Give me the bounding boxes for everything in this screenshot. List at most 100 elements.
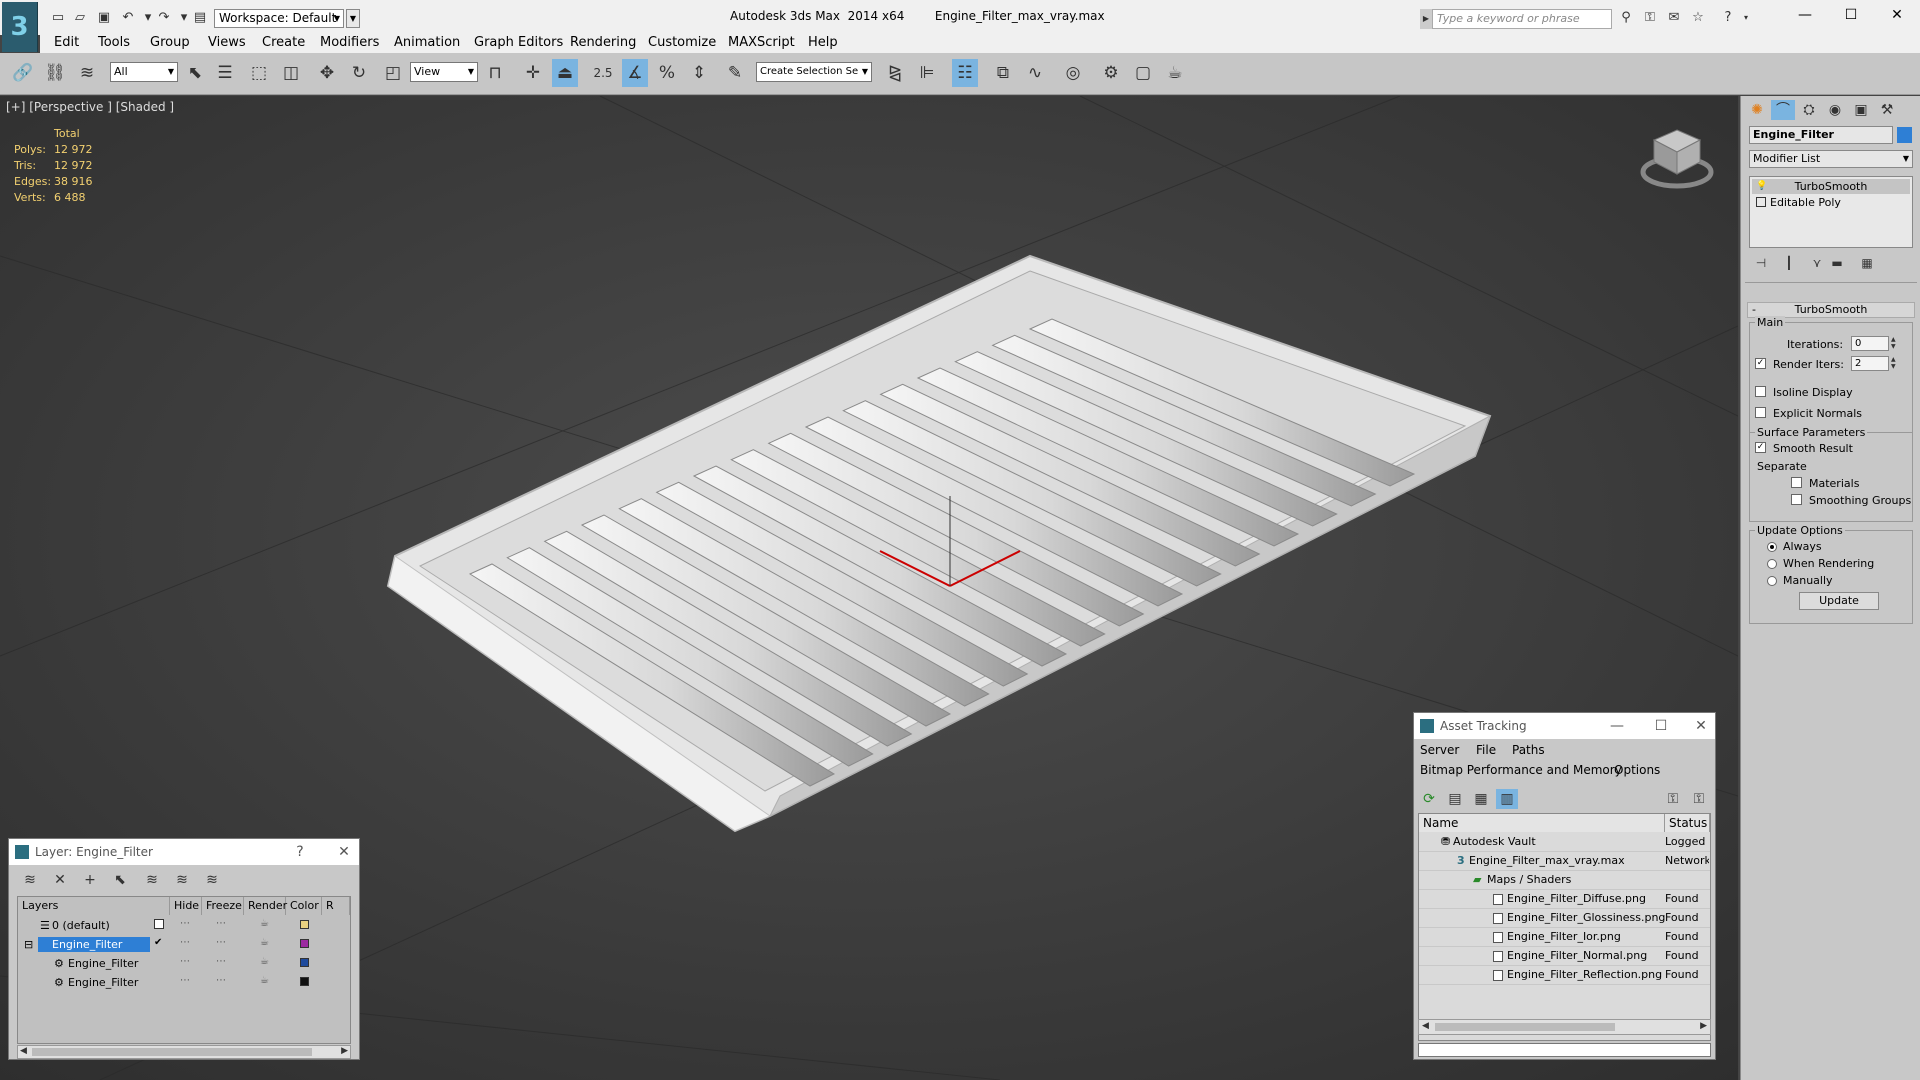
render-teapot-icon[interactable]: ☕: [260, 918, 269, 929]
table-row[interactable]: Engine_Filter_Ior.png Found: [1419, 928, 1710, 947]
help-dropdown-icon[interactable]: ▾: [1738, 10, 1754, 26]
refresh-icon[interactable]: ⟳: [1418, 789, 1440, 809]
configure-modifier-sets-icon[interactable]: ▦: [1857, 256, 1877, 274]
table-row[interactable]: Engine_Filter_Reflection.png Found: [1419, 966, 1710, 985]
col-layers[interactable]: Layers: [18, 897, 170, 915]
redo-icon[interactable]: ↷: [156, 10, 172, 26]
freeze-all-layers-icon[interactable]: ≋: [201, 870, 223, 890]
modify-tab-icon[interactable]: ⌒: [1771, 100, 1795, 120]
favorites-star-icon[interactable]: ☆: [1690, 10, 1706, 26]
menu-group[interactable]: Group: [150, 35, 190, 50]
viewcube-icon[interactable]: [1640, 124, 1714, 190]
iterations-spinner[interactable]: ▲ ▼: [1891, 336, 1899, 351]
render-iters-input[interactable]: 2: [1851, 356, 1889, 371]
percent-snap-icon[interactable]: %: [654, 59, 680, 87]
modifier-list-select[interactable]: Modifier List ▼: [1749, 150, 1913, 168]
materials-checkbox[interactable]: [1791, 477, 1802, 488]
smooth-result-checkbox[interactable]: ✓: [1755, 442, 1766, 453]
asset-path-input[interactable]: [1418, 1043, 1711, 1057]
select-scale-icon[interactable]: ◰: [380, 59, 406, 87]
menu-views[interactable]: Views: [208, 35, 246, 50]
viewport-label[interactable]: [+] [Perspective ] [Shaded ]: [6, 100, 174, 114]
render-iters-checkbox[interactable]: ✓: [1755, 358, 1766, 369]
layer-color-swatch[interactable]: [300, 977, 309, 986]
maximize-icon[interactable]: ☐: [1646, 713, 1676, 739]
workspace-select[interactable]: Workspace: Default ▼: [214, 9, 344, 28]
link-icon[interactable]: 🔗: [10, 59, 36, 87]
snaps-toggle-icon[interactable]: 2.5: [590, 59, 616, 87]
when-rendering-radio[interactable]: [1767, 559, 1777, 569]
minimize-icon[interactable]: —: [1782, 0, 1828, 30]
current-layer-check-icon[interactable]: ✔: [154, 937, 162, 948]
selection-filter-select[interactable]: All ▼: [110, 62, 178, 82]
object-name-field[interactable]: Engine_Filter: [1749, 126, 1893, 144]
menu-customize[interactable]: Customize: [648, 35, 716, 50]
col-hide[interactable]: Hide: [170, 897, 202, 915]
create-tab-sun-icon[interactable]: ✺: [1745, 100, 1769, 120]
select-rotate-icon[interactable]: ↻: [346, 59, 372, 87]
layer-color-swatch[interactable]: [300, 939, 309, 948]
scroll-right-icon[interactable]: ▶: [1700, 1021, 1707, 1031]
hide-toggle[interactable]: ⋯: [180, 937, 190, 948]
render-teapot-icon[interactable]: ☕: [260, 956, 269, 967]
menu-animation[interactable]: Animation: [394, 35, 460, 50]
scroll-right-icon[interactable]: ▶: [341, 1046, 348, 1056]
close-icon[interactable]: ✕: [1686, 713, 1716, 739]
table-row[interactable]: 3 Engine_Filter_max_vray.max Network: [1419, 852, 1710, 871]
render-teapot-icon[interactable]: ☕: [260, 975, 269, 986]
manually-radio[interactable]: [1767, 576, 1777, 586]
help-icon[interactable]: ?: [1720, 10, 1736, 26]
lightbulb-icon[interactable]: 💡: [1756, 181, 1767, 191]
minimize-icon[interactable]: —: [1602, 713, 1632, 739]
communication-icon[interactable]: ✉: [1666, 10, 1682, 26]
list-view-icon[interactable]: ▤: [1444, 789, 1466, 809]
highlight-layer-icon[interactable]: ≋: [141, 870, 163, 890]
hide-toggle[interactable]: ⋯: [180, 975, 190, 986]
utilities-tab-hammer-icon[interactable]: ⚒: [1875, 100, 1899, 120]
select-manipulate-icon[interactable]: ✛: [520, 59, 546, 87]
scroll-left-icon[interactable]: ◀: [20, 1046, 27, 1056]
iterations-input[interactable]: 0: [1851, 336, 1889, 351]
render-production-icon[interactable]: ☕: [1162, 59, 1188, 87]
stack-item-editable-poly[interactable]: Editable Poly: [1752, 195, 1910, 210]
binoculars-icon[interactable]: ⚲: [1618, 10, 1634, 26]
app-logo-icon[interactable]: 3: [2, 2, 38, 52]
search-input[interactable]: Type a keyword or phrase: [1432, 9, 1612, 29]
freeze-toggle[interactable]: ⋯: [216, 937, 226, 948]
add-layer-icon[interactable]: +: [79, 870, 101, 890]
table-row[interactable]: ▰ Maps / Shaders: [1419, 871, 1710, 890]
menu-create[interactable]: Create: [262, 35, 305, 50]
freeze-toggle[interactable]: ⋯: [216, 956, 226, 967]
table-row[interactable]: Engine_Filter_Diffuse.png Found: [1419, 890, 1710, 909]
pivot-center-icon[interactable]: ⊓: [482, 59, 508, 87]
close-icon[interactable]: ✕: [329, 839, 359, 865]
layer-color-swatch[interactable]: [300, 958, 309, 967]
bind-space-warp-icon[interactable]: ≋: [74, 59, 100, 87]
menu-bitmap-performance[interactable]: Bitmap Performance and Memory: [1420, 763, 1622, 777]
quick-access-dropdown[interactable]: ▼: [346, 9, 360, 28]
table-row[interactable]: Engine_Filter_Normal.png Found: [1419, 947, 1710, 966]
select-in-layer-icon[interactable]: ⬉: [109, 870, 131, 890]
menu-modifiers[interactable]: Modifiers: [320, 35, 379, 50]
undo-icon[interactable]: ↶: [120, 10, 136, 26]
tree-view-icon[interactable]: ▦: [1470, 789, 1492, 809]
undo-dropdown-icon[interactable]: ▾: [140, 10, 156, 26]
display-tab-icon[interactable]: ▣: [1849, 100, 1873, 120]
curve-editor-icon[interactable]: ∿: [1022, 59, 1048, 87]
subscription-icon[interactable]: ⚿: [1642, 10, 1658, 26]
scroll-left-icon[interactable]: ◀: [1422, 1021, 1429, 1031]
col-freeze[interactable]: Freeze: [202, 897, 244, 915]
table-row[interactable]: ⊟ Engine_Filter ✔ ⋯ ⋯ ☕: [18, 935, 350, 954]
current-layer-box[interactable]: [154, 919, 164, 929]
expand-box-icon[interactable]: [1756, 197, 1766, 207]
redo-dropdown-icon[interactable]: ▾: [176, 10, 192, 26]
select-move-icon[interactable]: ✥: [314, 59, 340, 87]
menu-help[interactable]: Help: [808, 35, 838, 50]
update-button[interactable]: Update: [1799, 592, 1879, 610]
keyboard-shortcut-override-icon[interactable]: ⏏: [552, 59, 578, 87]
menu-graph-editors[interactable]: Graph Editors: [474, 35, 563, 50]
select-by-name-icon[interactable]: ☰: [212, 59, 238, 87]
table-row[interactable]: ⚙ Engine_Filter ⋯ ⋯ ☕: [18, 954, 350, 973]
table-view-icon[interactable]: ▥: [1496, 789, 1518, 809]
render-iters-spinner[interactable]: ▲ ▼: [1891, 356, 1899, 371]
